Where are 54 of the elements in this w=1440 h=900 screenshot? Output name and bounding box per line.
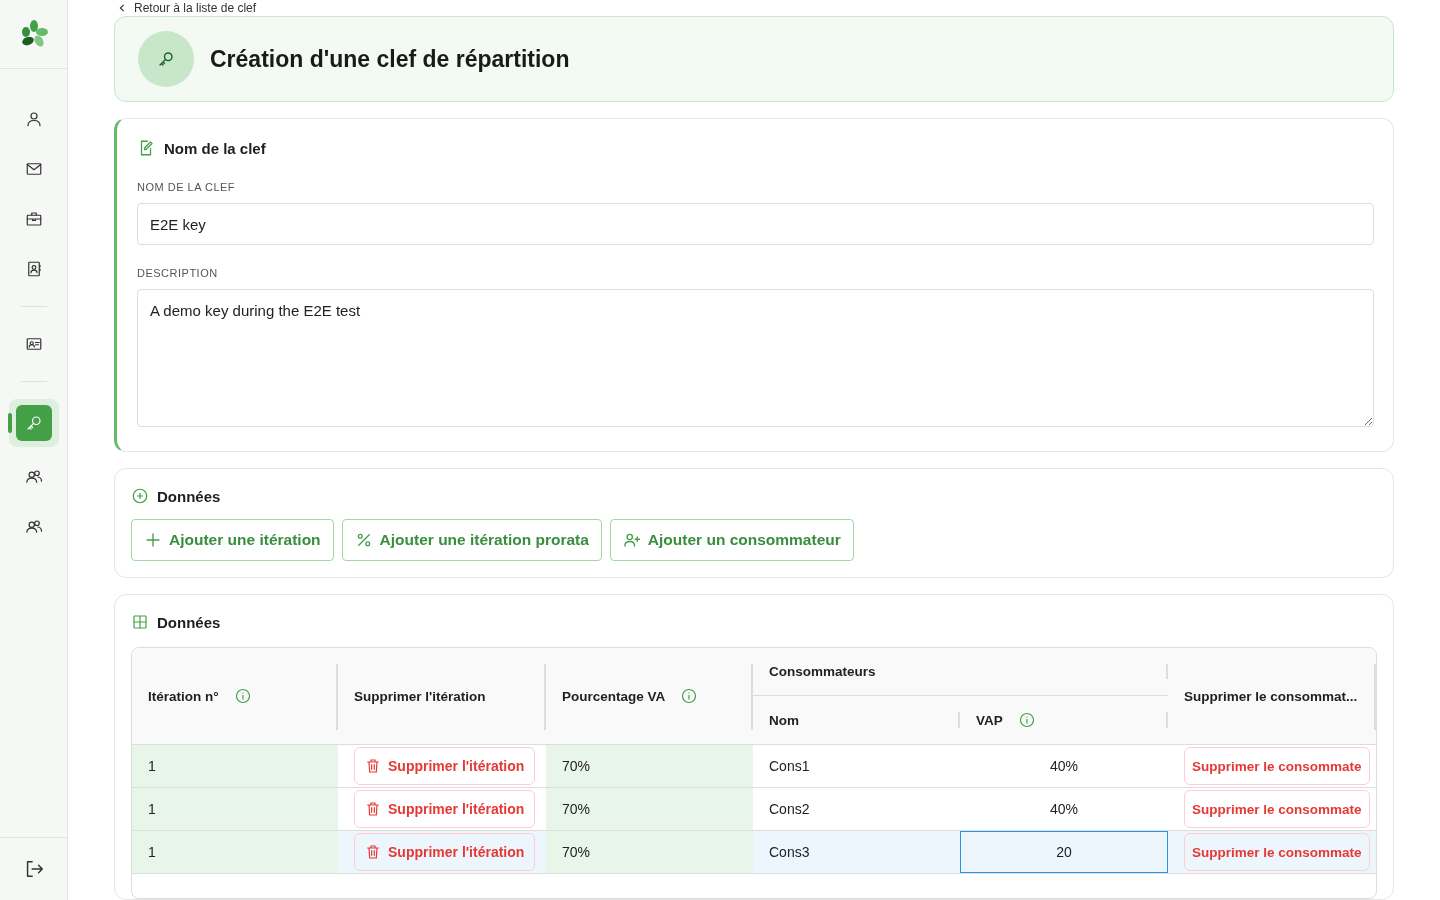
table-row[interactable]: 1 Supprimer l'itération 70% Cons1 40% Supprimer le consommate bbox=[132, 745, 1376, 788]
delete-consumer-button[interactable]: Supprimer le consommate bbox=[1184, 747, 1370, 785]
table-cell: 70% bbox=[546, 745, 753, 787]
table-cell-text: Cons1 bbox=[768, 757, 811, 776]
column-header: Pourcentage VA bbox=[562, 688, 666, 704]
add-button[interactable]: Ajouter un consommateur bbox=[609, 519, 854, 561]
trash-icon bbox=[365, 801, 381, 817]
table-cell: 70% bbox=[546, 831, 753, 873]
column-header: Nom bbox=[769, 712, 799, 728]
table-cell-text: 40% bbox=[1049, 757, 1079, 776]
column-header: Itération n° bbox=[148, 688, 219, 704]
section-title: Données bbox=[157, 613, 221, 631]
plus-icon bbox=[144, 531, 162, 549]
back-link[interactable]: Retour à la liste de clef bbox=[118, 0, 1394, 17]
add-button[interactable]: Ajouter une itération prorata bbox=[341, 519, 602, 561]
trash-icon bbox=[365, 758, 381, 774]
users-icon bbox=[24, 518, 43, 536]
editing-cell[interactable]: 20 bbox=[960, 831, 1168, 873]
table-cell-text: Cons2 bbox=[768, 800, 811, 819]
user-icon bbox=[24, 110, 43, 128]
table-cell: 1 bbox=[132, 831, 338, 873]
trash-icon bbox=[365, 844, 381, 860]
table-cell-text: 40% bbox=[1049, 800, 1079, 819]
table-cell: 70% bbox=[546, 788, 753, 830]
delete-consumer-button[interactable]: Supprimer le consommate bbox=[1184, 790, 1370, 828]
plus-circle-icon bbox=[131, 487, 149, 505]
table-row[interactable]: 1 Supprimer l'itération 70% Cons2 40% Supprimer le consommate bbox=[132, 788, 1376, 831]
table-row[interactable]: 1 Supprimer l'itération 70% Cons3 20 Supprimer le consommate bbox=[132, 831, 1376, 874]
add-button[interactable]: Ajouter une itération bbox=[131, 519, 334, 561]
delete-iteration-button[interactable]: Supprimer l'itération bbox=[354, 833, 536, 871]
id-card-icon bbox=[24, 335, 43, 353]
table-cell: 1 bbox=[132, 745, 338, 787]
delete-consumer-button[interactable]: Supprimer le consommate bbox=[1184, 833, 1370, 871]
description-field[interactable]: A demo key during the E2E test bbox=[137, 289, 1374, 427]
chevron-left-icon bbox=[118, 4, 126, 13]
users-icon bbox=[24, 468, 43, 486]
column-header: Supprimer l'itération bbox=[354, 688, 486, 704]
mail-icon bbox=[24, 160, 43, 178]
section-title: Nom de la clef bbox=[164, 139, 266, 157]
user-plus-icon bbox=[622, 531, 641, 549]
field-label: NOM DE LA CLEF bbox=[137, 181, 237, 193]
page-title: Création d'une clef de répartition bbox=[210, 45, 570, 73]
column-header: Supprimer le consommat... bbox=[1184, 688, 1358, 704]
delete-iteration-button[interactable]: Supprimer l'itération bbox=[354, 747, 536, 785]
field-label: DESCRIPTION bbox=[137, 267, 219, 279]
section-title: Données bbox=[157, 487, 221, 505]
key-name-field[interactable]: E2E key bbox=[137, 203, 1374, 245]
delete-iteration-button[interactable]: Supprimer l'itération bbox=[354, 790, 536, 828]
grid-icon bbox=[131, 613, 149, 631]
column-header: VAP bbox=[976, 712, 1003, 728]
column-group-header: Consommateurs bbox=[769, 664, 876, 679]
table-cell-text: Cons3 bbox=[768, 843, 811, 862]
briefcase-icon bbox=[24, 210, 43, 228]
table-cell: 1 bbox=[132, 788, 338, 830]
